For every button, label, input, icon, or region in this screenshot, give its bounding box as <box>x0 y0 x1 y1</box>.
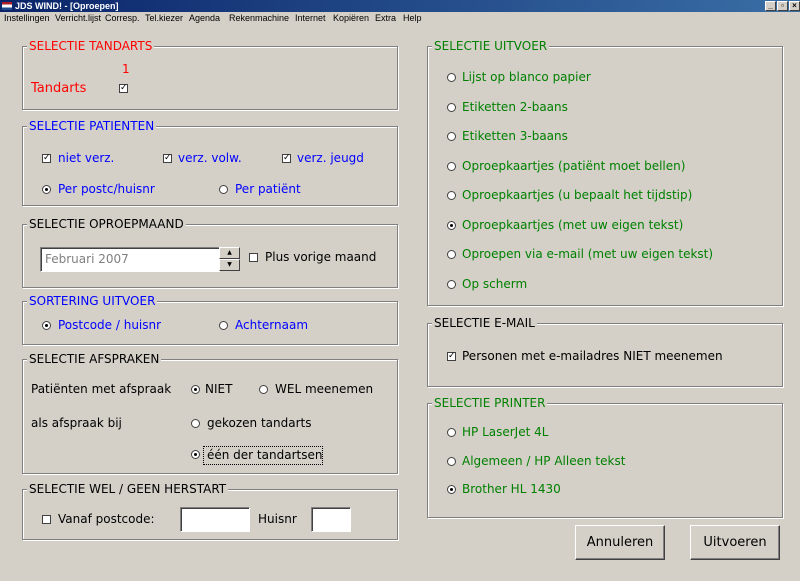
printer-option-label: Algemeen / HP Alleen tekst <box>462 454 626 468</box>
uitvoer-option-label: Etiketten 2-baans <box>462 100 568 114</box>
niet-radio[interactable] <box>191 385 200 394</box>
group-title: SELECTIE PATIENTEN <box>27 118 157 134</box>
een-der-tandartsen-label: één der tandartsen <box>207 448 323 462</box>
uitvoer-option-radio[interactable] <box>447 73 456 82</box>
uitvoer-option-label: Oproepkaartjes (met uw eigen tekst) <box>462 218 684 232</box>
als-afspraak-bij-label: als afspraak bij <box>31 416 122 430</box>
per-postc-label: Per postc/huisnr <box>58 182 155 196</box>
huisnr-label: Huisnr <box>258 512 297 526</box>
group-selectie-patienten: SELECTIE PATIENTEN ✓ niet verz. ✓ verz. … <box>22 118 398 206</box>
uitvoer-option-label: Oproepkaartjes (patiënt moet bellen) <box>462 159 686 173</box>
menu-rekenmachine[interactable]: Rekenmachine <box>229 12 289 24</box>
postcode-input[interactable] <box>180 507 250 532</box>
per-postc-radio[interactable] <box>42 185 51 194</box>
window-title-bar[interactable]: JDS WIND! - [Oproepen] _ ▫ × <box>0 0 800 12</box>
printer-option-label: Brother HL 1430 <box>462 482 561 496</box>
printer-option-radio[interactable] <box>447 457 456 466</box>
uitvoer-option-radio[interactable] <box>447 103 456 112</box>
printer-option-radio[interactable] <box>447 485 456 494</box>
postcode-huisnr-label: Postcode / huisnr <box>58 318 162 332</box>
verz-jeugd-label: verz. jeugd <box>297 151 364 165</box>
uitvoer-option-radio[interactable] <box>447 191 456 200</box>
minimize-icon[interactable]: _ <box>765 1 776 11</box>
uitvoer-option-radio[interactable] <box>447 221 456 230</box>
achternaam-radio[interactable] <box>219 321 228 330</box>
menu-internet[interactable]: Internet <box>295 12 326 24</box>
uitvoer-option-radio[interactable] <box>447 250 456 259</box>
uitvoer-option-label: Oproepkaartjes (u bepaalt het tijdstip) <box>462 188 693 202</box>
uitvoer-option-label: Oproepen via e-mail (met uw eigen tekst) <box>462 247 714 261</box>
group-selectie-oproepmaand: SELECTIE OPROEPMAAND Februari 2007 ▲ ▼ P… <box>22 216 398 288</box>
spin-up-icon[interactable]: ▲ <box>219 247 240 259</box>
group-selectie-email: SELECTIE E-MAIL ✓ Personen met e-mailadr… <box>427 315 783 387</box>
menu-kopieren[interactable]: Kopiëren <box>333 12 369 24</box>
uitvoer-option-radio[interactable] <box>447 132 456 141</box>
printer-option-label: HP LaserJet 4L <box>462 425 549 439</box>
vanaf-postcode-checkbox[interactable] <box>42 515 51 524</box>
plus-vorige-maand-checkbox[interactable] <box>249 253 258 262</box>
menu-verricht-lijst[interactable]: Verricht.lijst <box>55 12 101 24</box>
spin-down-icon[interactable]: ▼ <box>219 259 240 271</box>
achternaam-label: Achternaam <box>235 318 309 332</box>
per-patient-radio[interactable] <box>219 185 228 194</box>
tandarts-checkbox[interactable]: ✓ <box>119 84 128 93</box>
group-selectie-printer: SELECTIE PRINTER HP LaserJet 4L Algemeen… <box>427 395 783 518</box>
verz-volw-label: verz. volw. <box>178 151 242 165</box>
close-icon[interactable]: × <box>789 1 800 11</box>
menu-corresp[interactable]: Corresp. <box>105 12 140 24</box>
uitvoer-option-radio[interactable] <box>447 162 456 171</box>
group-title: SELECTIE TANDARTS <box>27 38 155 54</box>
uitvoer-option-label: Etiketten 3-baans <box>462 129 568 143</box>
uitvoeren-button[interactable]: Uitvoeren <box>690 525 780 560</box>
month-value: Februari 2007 <box>45 252 129 266</box>
postcode-huisnr-radio[interactable] <box>42 321 51 330</box>
group-selectie-uitvoer: SELECTIE UITVOER Lijst op blanco papier … <box>427 38 783 306</box>
niet-verz-label: niet verz. <box>58 151 115 165</box>
printer-option-radio[interactable] <box>447 428 456 437</box>
group-selectie-afspraken: SELECTIE AFSPRAKEN Patiënten met afspraa… <box>22 351 398 474</box>
verz-volw-checkbox[interactable]: ✓ <box>163 154 172 163</box>
restore-icon[interactable]: ▫ <box>777 1 788 11</box>
app-flag-icon <box>2 2 12 10</box>
patienten-met-afspraak-label: Patiënten met afspraak <box>31 382 172 396</box>
group-title: SELECTIE UITVOER <box>432 38 550 54</box>
group-title: SORTERING UITVOER <box>27 293 158 309</box>
plus-vorige-maand-label: Plus vorige maand <box>265 250 377 264</box>
uitvoer-option-radio[interactable] <box>447 280 456 289</box>
group-title: SELECTIE E-MAIL <box>432 315 537 331</box>
email-niet-meenemen-label: Personen met e-mailadres NIET meenemen <box>462 349 723 363</box>
group-selectie-tandarts: SELECTIE TANDARTS 1 Tandarts ✓ <box>22 38 398 110</box>
group-title: SELECTIE PRINTER <box>432 395 548 411</box>
huisnr-input[interactable] <box>311 507 351 532</box>
uitvoer-option-label: Op scherm <box>462 277 528 291</box>
menu-agenda[interactable]: Agenda <box>189 12 220 24</box>
een-der-tandartsen-radio[interactable] <box>191 450 200 459</box>
group-sortering-uitvoer: SORTERING UITVOER Postcode / huisnr Acht… <box>22 293 398 345</box>
niet-label: NIET <box>205 382 233 396</box>
menu-help[interactable]: Help <box>403 12 422 24</box>
gekozen-tandarts-radio[interactable] <box>191 419 200 428</box>
menu-extra[interactable]: Extra <box>375 12 396 24</box>
group-selectie-herstart: SELECTIE WEL / GEEN HERSTART Vanaf postc… <box>22 481 398 540</box>
menu-bar: Instellingen Verricht.lijst Corresp. Tel… <box>0 12 800 24</box>
uitvoer-option-label: Lijst op blanco papier <box>462 70 591 84</box>
verz-jeugd-checkbox[interactable]: ✓ <box>282 154 291 163</box>
window-title: JDS WIND! - [Oproepen] <box>15 1 119 11</box>
tandarts-label: Tandarts <box>31 81 87 96</box>
wel-meenemen-radio[interactable] <box>259 385 268 394</box>
group-title: SELECTIE WEL / GEEN HERSTART <box>27 481 229 497</box>
email-niet-meenemen-checkbox[interactable]: ✓ <box>447 352 456 361</box>
niet-verz-checkbox[interactable]: ✓ <box>42 154 51 163</box>
annuleren-button[interactable]: Annuleren <box>575 525 665 560</box>
menu-tel-kiezer[interactable]: Tel.kiezer <box>145 12 183 24</box>
per-patient-label: Per patiënt <box>235 182 301 196</box>
vanaf-postcode-label: Vanaf postcode: <box>58 512 155 526</box>
gekozen-tandarts-label: gekozen tandarts <box>207 416 312 430</box>
group-title: SELECTIE AFSPRAKEN <box>27 351 162 367</box>
month-field[interactable]: Februari 2007 <box>40 247 220 272</box>
tandarts-number: 1 <box>122 62 130 76</box>
wel-meenemen-label: WEL meenemen <box>275 382 374 396</box>
menu-instellingen[interactable]: Instellingen <box>4 12 50 24</box>
group-title: SELECTIE OPROEPMAAND <box>27 216 186 232</box>
